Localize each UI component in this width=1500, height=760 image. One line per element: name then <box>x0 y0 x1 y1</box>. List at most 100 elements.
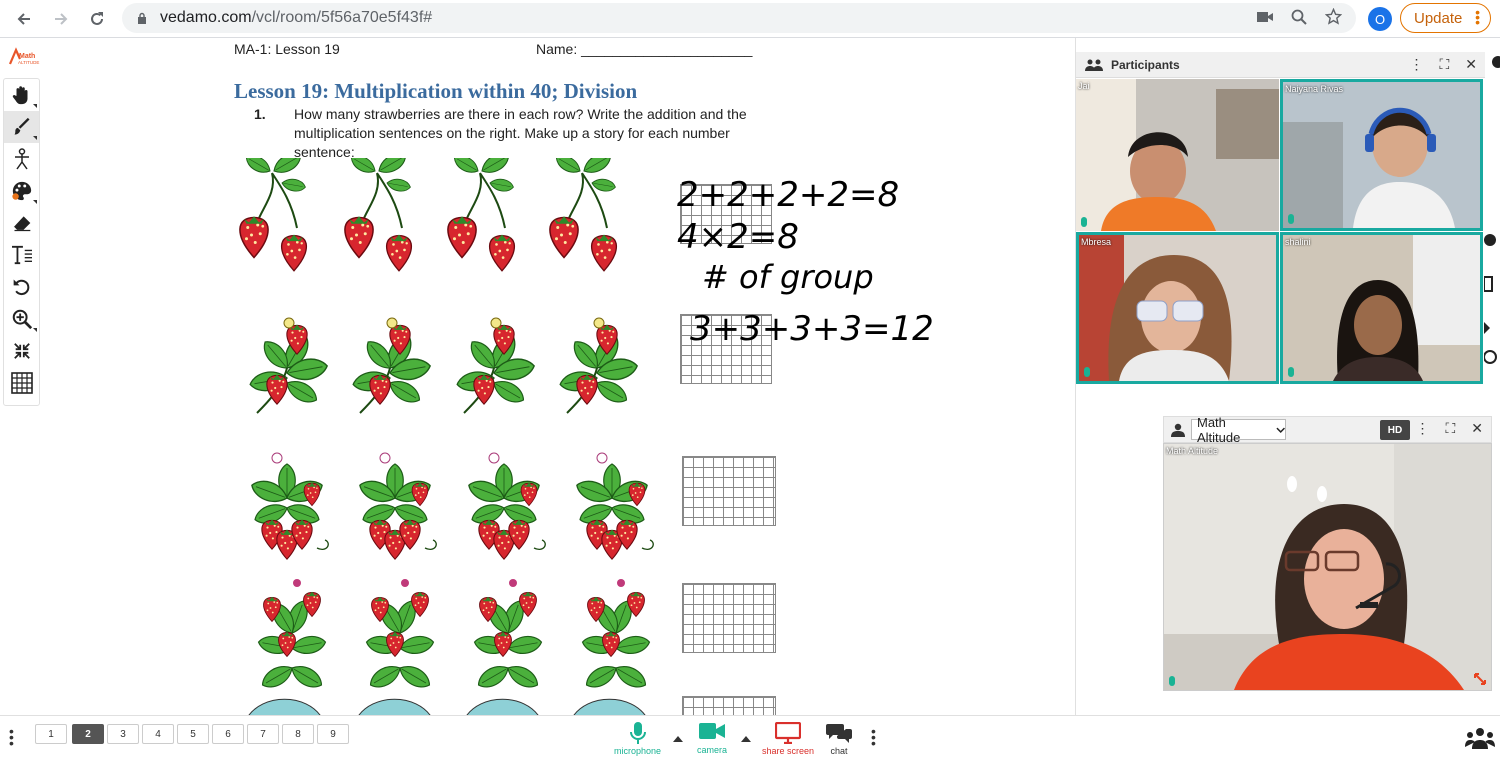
chat-label: chat <box>830 746 848 756</box>
strawberry-illustrations <box>232 158 672 715</box>
palette-icon <box>11 181 31 201</box>
row3-strawberries <box>249 453 654 559</box>
worksheet-code: MA-1: Lesson 19 <box>234 41 340 57</box>
bookmark-star-icon[interactable] <box>1325 8 1342 25</box>
grid-icon <box>10 372 33 394</box>
text-icon <box>11 245 32 265</box>
lock-icon <box>138 12 146 24</box>
back-arrow-icon[interactable] <box>11 6 37 32</box>
fullscreen-icon[interactable]: ⛶ <box>1445 420 1455 437</box>
undo-icon <box>13 279 29 296</box>
close-icon[interactable]: ✕ <box>1471 420 1483 437</box>
participant-name: shalini <box>1285 237 1311 247</box>
camera-label: camera <box>697 745 728 755</box>
address-bar[interactable]: vedamo.com/vcl/room/5f56a70e5f43f# <box>122 3 1356 33</box>
hand-icon <box>12 86 27 105</box>
chat-icon <box>826 724 852 743</box>
more-options-icon[interactable]: ⋮ <box>1415 420 1429 437</box>
participant-tile-naiyana[interactable]: Naiyana Rivas <box>1280 79 1483 231</box>
eraser-icon <box>12 216 30 232</box>
participants-icon <box>1085 59 1103 71</box>
microphone-icon <box>1081 217 1087 227</box>
hand-tool-button[interactable] <box>4 79 39 111</box>
microphone-button[interactable]: microphone <box>614 722 661 756</box>
side-collapsed-icons <box>1484 56 1500 364</box>
brush-icon <box>14 117 29 135</box>
microphone-icon <box>1288 367 1294 377</box>
figure-tool-button[interactable] <box>4 143 39 175</box>
participant-video <box>1076 79 1279 231</box>
page-tab-8[interactable]: 8 <box>282 724 314 744</box>
page-tab-2[interactable]: 2 <box>72 724 104 744</box>
answer-grid-5 <box>682 696 776 715</box>
share-screen-icon <box>775 722 802 744</box>
participant-tile-mbresa[interactable]: Mbresa <box>1076 232 1279 384</box>
menu-dots-icon[interactable]: • • • <box>9 724 14 750</box>
camera-icon <box>699 723 725 739</box>
camera-button[interactable]: camera <box>697 722 727 755</box>
camera-source-select[interactable]: Math Altitude <box>1191 415 1286 445</box>
url-text: vedamo.com/vcl/room/5f56a70e5f43f# <box>160 9 432 27</box>
svg-text:ALTITUDE: ALTITUDE <box>18 60 39 65</box>
handwriting-layer: 2+2+2+2=8 4×2=8 # of group 3+3+3+3=12 <box>677 175 934 349</box>
mic-options-caret-icon[interactable] <box>673 736 683 742</box>
menu-dots-icon: • • • <box>1475 4 1480 30</box>
chat-button[interactable]: chat <box>826 722 852 756</box>
participants-toggle-icon[interactable] <box>1465 727 1495 749</box>
resize-icon[interactable] <box>1473 672 1487 686</box>
handwriting-line-2: 4×2=8 <box>677 217 799 257</box>
grid-tool-button[interactable] <box>4 367 39 399</box>
answer-grid-4 <box>682 583 776 653</box>
page-tab-5[interactable]: 5 <box>177 724 209 744</box>
url-path: /vcl/room/5f56a70e5f43f# <box>251 9 433 26</box>
participant-video <box>1283 235 1480 381</box>
zoom-tool-button[interactable] <box>4 303 39 335</box>
hd-button[interactable]: HD <box>1380 420 1410 440</box>
eraser-tool-button[interactable] <box>4 207 39 239</box>
forward-arrow-icon[interactable] <box>48 6 74 32</box>
page-tab-7[interactable]: 7 <box>247 724 279 744</box>
more-options-icon[interactable]: ⋮ <box>1409 56 1423 73</box>
fit-screen-icon <box>13 343 30 359</box>
camera-options-caret-icon[interactable] <box>741 736 751 742</box>
chevron-down-icon <box>1276 427 1285 433</box>
handwriting-line-4: 3+3+3+3=12 <box>690 309 934 349</box>
text-tool-button[interactable] <box>4 239 39 271</box>
close-icon[interactable]: ✕ <box>1465 56 1477 73</box>
user-icon <box>1171 423 1185 437</box>
question-number: 1. <box>254 106 266 122</box>
page-tab-1[interactable]: 1 <box>35 724 67 744</box>
url-host: vedamo.com <box>160 9 252 26</box>
teacher-video-header: Math Altitude HD ⋮ ⛶ ✕ <box>1163 415 1492 445</box>
fullscreen-icon[interactable]: ⛶ <box>1439 56 1449 73</box>
update-label: Update <box>1414 9 1463 27</box>
page-tab-6[interactable]: 6 <box>212 724 244 744</box>
teacher-video-tile[interactable]: Math Altitude <box>1163 443 1492 691</box>
microphone-label: microphone <box>614 746 662 756</box>
microphone-icon <box>1288 214 1294 224</box>
zoom-magnifier-icon[interactable] <box>1291 9 1307 25</box>
handwriting-line-3: # of group <box>702 258 874 296</box>
row4-strawberries <box>257 579 651 692</box>
undo-tool-button[interactable] <box>4 271 39 303</box>
row1-strawberries <box>240 158 617 271</box>
math-altitude-logo: Math ALTITUDE <box>8 47 39 65</box>
page-tab-4[interactable]: 4 <box>142 724 174 744</box>
participant-tile-shalini[interactable]: shalini <box>1280 232 1483 384</box>
participant-tile-jai[interactable]: Jai <box>1076 79 1279 231</box>
camera-blocked-icon[interactable] <box>1257 11 1273 23</box>
page-tab-3[interactable]: 3 <box>107 724 139 744</box>
reload-icon[interactable] <box>84 6 110 32</box>
color-tool-button[interactable] <box>4 175 39 207</box>
fit-tool-button[interactable] <box>4 335 39 367</box>
lesson-title: Lesson 19: Multiplication within 40; Div… <box>234 79 638 103</box>
page-tab-9[interactable]: 9 <box>317 724 349 744</box>
share-screen-button[interactable]: share screen <box>762 722 814 756</box>
browser-toolbar: vedamo.com/vcl/room/5f56a70e5f43f# O Upd… <box>0 0 1500 38</box>
profile-avatar[interactable]: O <box>1368 7 1392 31</box>
brush-tool-button[interactable] <box>4 111 39 143</box>
whiteboard-worksheet[interactable]: MA-1: Lesson 19 Name: __________________… <box>232 38 1074 715</box>
update-button[interactable]: Update • • • <box>1400 3 1491 33</box>
more-options-icon[interactable]: • • • <box>871 724 876 750</box>
name-line: Name: ______________________ <box>536 41 753 57</box>
